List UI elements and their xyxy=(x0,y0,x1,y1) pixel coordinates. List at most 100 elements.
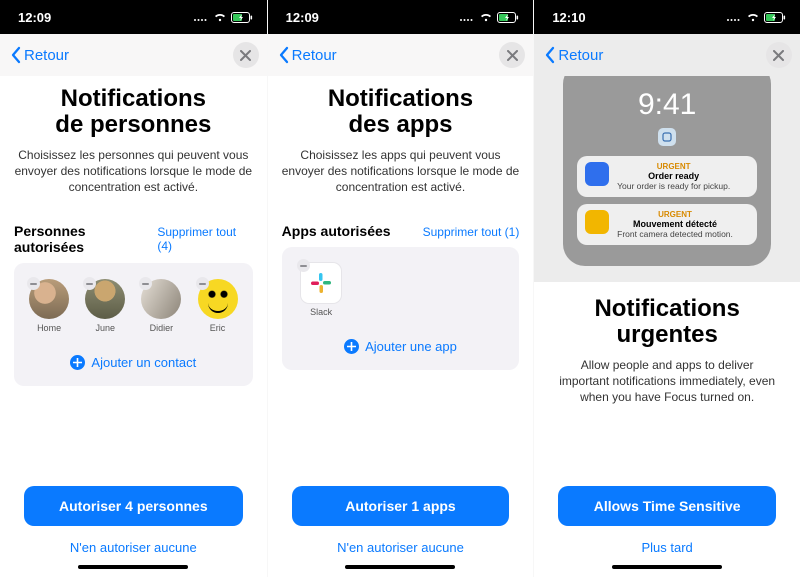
page-subtitle: Choisissez les apps qui peuvent vous env… xyxy=(282,147,520,196)
notif-title: Mouvement détecté xyxy=(617,219,733,229)
add-contact-button[interactable]: Ajouter un contact xyxy=(22,345,245,370)
bottom-cta: Autoriser 4 personnes N'en autoriser auc… xyxy=(14,480,253,577)
people-row: Home June Didier xyxy=(22,273,245,343)
wifi-icon xyxy=(213,12,227,22)
remove-badge[interactable] xyxy=(139,277,152,290)
close-button[interactable] xyxy=(499,42,525,68)
remove-badge[interactable] xyxy=(83,277,96,290)
person-name: Home xyxy=(37,323,61,333)
nav-bar: Retour xyxy=(534,34,800,76)
home-indicator[interactable] xyxy=(548,559,786,575)
phone-urgent: 12:10 Retour 9:41 URGENT xyxy=(533,0,800,577)
remove-badge[interactable] xyxy=(27,277,40,290)
allow-people-button[interactable]: Autoriser 4 personnes xyxy=(24,486,243,526)
phone-people: 12:09 Retour Notificationsde personnes C… xyxy=(0,0,267,577)
battery-charging-icon xyxy=(231,12,253,23)
app-slack[interactable]: Slack xyxy=(294,263,349,317)
remove-badge[interactable] xyxy=(196,277,209,290)
later-link[interactable]: Plus tard xyxy=(548,532,786,559)
status-bar: 12:10 xyxy=(534,0,800,34)
content-people: Notificationsde personnes Choisissez les… xyxy=(0,76,267,577)
chevron-left-icon xyxy=(544,46,556,64)
wifi-icon xyxy=(479,12,493,22)
plus-icon xyxy=(344,339,359,354)
back-label: Retour xyxy=(24,47,69,64)
person-home[interactable]: Home xyxy=(26,279,72,333)
back-button[interactable]: Retour xyxy=(544,46,603,64)
slack-icon xyxy=(310,272,332,294)
page-subtitle: Allow people and apps to deliver importa… xyxy=(548,357,786,406)
plus-icon xyxy=(70,355,85,370)
person-name: Didier xyxy=(150,323,174,333)
add-app-button[interactable]: Ajouter une app xyxy=(290,329,512,354)
notif-body: Front camera detected motion. xyxy=(617,229,733,239)
status-right xyxy=(726,12,786,23)
mock-notification: URGENT Mouvement détecté Front camera de… xyxy=(577,204,757,245)
notif-body: Your order is ready for pickup. xyxy=(617,181,730,191)
avatar xyxy=(141,279,181,319)
notif-title: Order ready xyxy=(617,171,730,181)
section-label: Apps autorisées xyxy=(282,223,391,239)
cellular-icon xyxy=(459,12,475,22)
remove-badge[interactable] xyxy=(297,259,310,272)
phone-apps: 12:09 Retour Notificationsdes apps Chois… xyxy=(267,0,534,577)
bag-icon xyxy=(585,162,609,186)
close-icon xyxy=(240,50,251,61)
allow-none-link[interactable]: N'en autoriser aucune xyxy=(14,532,253,559)
cellular-icon xyxy=(193,12,209,22)
chevron-left-icon xyxy=(278,46,290,64)
remove-all-link[interactable]: Supprimer tout (4) xyxy=(157,225,252,253)
lockscreen-mock: 9:41 URGENT Order ready Your order is re… xyxy=(563,62,771,266)
cellular-icon xyxy=(726,12,742,22)
allow-time-sensitive-button[interactable]: Allows Time Sensitive xyxy=(558,486,776,526)
battery-charging-icon xyxy=(497,12,519,23)
status-right xyxy=(459,12,519,23)
status-right xyxy=(193,12,253,23)
nav-bar: Retour xyxy=(268,34,534,76)
back-button[interactable]: Retour xyxy=(10,46,69,64)
nav-bar: Retour xyxy=(0,34,267,76)
avatar xyxy=(29,279,69,319)
allowed-people-card: Home June Didier xyxy=(14,263,253,386)
page-title: Notificationsde personnes xyxy=(14,86,253,139)
apps-row: Slack xyxy=(290,257,512,327)
status-time: 12:09 xyxy=(18,10,51,25)
person-name: Eric xyxy=(210,323,226,333)
status-bar: 12:09 xyxy=(0,0,267,34)
allowed-apps-card: Slack Ajouter une app xyxy=(282,247,520,370)
avatar xyxy=(198,279,238,319)
back-label: Retour xyxy=(292,47,337,64)
mock-notification: URGENT Order ready Your order is ready f… xyxy=(577,156,757,197)
content-urgent: 9:41 URGENT Order ready Your order is re… xyxy=(534,76,800,577)
app-icon xyxy=(301,263,341,303)
chevron-left-icon xyxy=(10,46,22,64)
add-app-label: Ajouter une app xyxy=(365,339,457,354)
page-subtitle: Choisissez les personnes qui peuvent vou… xyxy=(14,147,253,196)
back-button[interactable]: Retour xyxy=(278,46,337,64)
focus-indicator-icon xyxy=(658,128,676,146)
mock-time: 9:41 xyxy=(638,88,696,122)
home-indicator[interactable] xyxy=(14,559,253,575)
close-button[interactable] xyxy=(766,42,792,68)
person-didier[interactable]: Didier xyxy=(138,279,184,333)
remove-all-link[interactable]: Supprimer tout (1) xyxy=(423,225,520,239)
app-name: Slack xyxy=(310,307,332,317)
person-name: June xyxy=(95,323,115,333)
page-title: Notificationsurgentes xyxy=(548,296,786,349)
allow-none-link[interactable]: N'en autoriser aucune xyxy=(282,532,520,559)
status-bar: 12:09 xyxy=(268,0,534,34)
close-button[interactable] xyxy=(233,42,259,68)
close-icon xyxy=(507,50,518,61)
close-icon xyxy=(773,50,784,61)
lockscreen-preview: 9:41 URGENT Order ready Your order is re… xyxy=(534,62,800,282)
allow-apps-button[interactable]: Autoriser 1 apps xyxy=(292,486,510,526)
person-june[interactable]: June xyxy=(82,279,128,333)
person-eric[interactable]: Eric xyxy=(194,279,240,333)
avatar xyxy=(85,279,125,319)
camera-icon xyxy=(585,210,609,234)
bottom-cta: Allows Time Sensitive Plus tard xyxy=(548,480,786,577)
status-time: 12:09 xyxy=(286,10,319,25)
home-indicator[interactable] xyxy=(282,559,520,575)
section-label: Personnes autorisées xyxy=(14,223,157,255)
page-title: Notificationsdes apps xyxy=(282,86,520,139)
